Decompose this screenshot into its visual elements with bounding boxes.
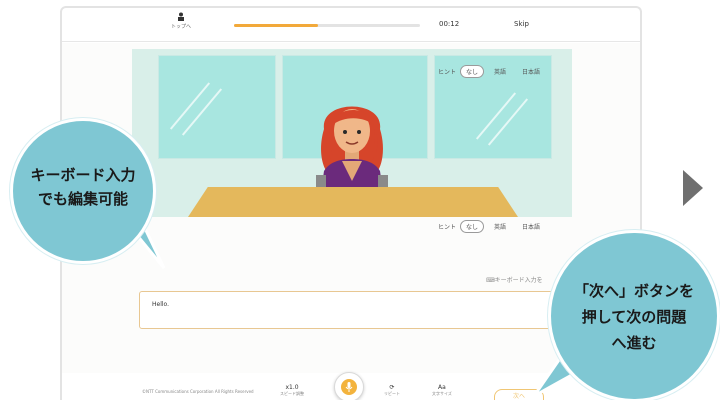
slide: トップへ 00:12 Skip ヒント なし 英語 日本語 ヒント なし 英語 … xyxy=(0,0,720,400)
home-icon xyxy=(178,12,184,21)
repeat-icon: ⟳ xyxy=(389,384,395,391)
window-left xyxy=(158,55,276,159)
left-callout-text: キーボード入力 でも編集可能 xyxy=(10,163,156,211)
mic-icon xyxy=(341,379,357,395)
hint-option-none[interactable]: なし xyxy=(460,64,485,78)
right-callout-line2: 押して次の問題 xyxy=(581,308,687,326)
hint-option-none[interactable]: なし xyxy=(460,219,485,233)
desk xyxy=(188,187,518,217)
hint-option-english[interactable]: 英語 xyxy=(488,220,512,233)
font-size-label: Aa xyxy=(438,384,446,391)
progress-bar xyxy=(234,24,420,27)
font-size-button[interactable]: Aa 文字サイズ xyxy=(432,384,452,397)
microphone-icon xyxy=(345,382,353,392)
repeat-caption: リピート xyxy=(384,391,400,396)
mic-button[interactable] xyxy=(334,372,364,400)
font-size-caption: 文字サイズ xyxy=(432,391,452,396)
keyboard-input-link[interactable]: ⌨キーボード入力を xyxy=(486,275,543,284)
hint-label: ヒント xyxy=(438,68,457,76)
hint-selector-top: ヒント なし 英語 日本語 xyxy=(438,64,546,78)
copyright: ©NTT Communications Corporation All Righ… xyxy=(142,389,254,394)
left-callout-line1: キーボード入力 xyxy=(30,166,136,184)
hint-selector-bottom: ヒント なし 英語 日本語 xyxy=(438,219,546,233)
home-label: トップへ xyxy=(170,24,191,30)
hint-option-japanese[interactable]: 日本語 xyxy=(516,65,546,78)
top-bar: トップへ 00:12 Skip xyxy=(62,8,640,42)
speaker-character xyxy=(316,106,388,199)
repeat-button[interactable]: ⟳ リピート xyxy=(384,384,400,397)
progress-fill xyxy=(234,24,318,27)
answer-text: Hello. xyxy=(152,301,170,308)
left-callout-line2: でも編集可能 xyxy=(37,190,128,208)
conversation-scene: ヒント なし 英語 日本語 xyxy=(132,49,572,217)
hint-label: ヒント xyxy=(438,223,457,231)
timer: 00:12 xyxy=(439,20,460,28)
speed-caption: スピード調整 xyxy=(280,391,304,396)
hint-option-english[interactable]: 英語 xyxy=(488,65,512,78)
right-callout-line3: へ進む xyxy=(611,334,657,352)
right-callout-text: 「次へ」ボタンを 押して次の問題 へ進む xyxy=(555,278,713,356)
right-callout-line1: 「次へ」ボタンを xyxy=(573,282,694,300)
skip-button[interactable]: Skip xyxy=(514,20,529,28)
speed-value: x1.0 xyxy=(285,384,299,391)
hint-option-japanese[interactable]: 日本語 xyxy=(516,220,546,233)
answer-input[interactable]: Hello. xyxy=(139,291,569,329)
next-step-arrow-icon xyxy=(683,170,703,206)
speed-button[interactable]: x1.0 スピード調整 xyxy=(280,384,304,397)
home-button[interactable]: トップへ xyxy=(158,12,204,30)
